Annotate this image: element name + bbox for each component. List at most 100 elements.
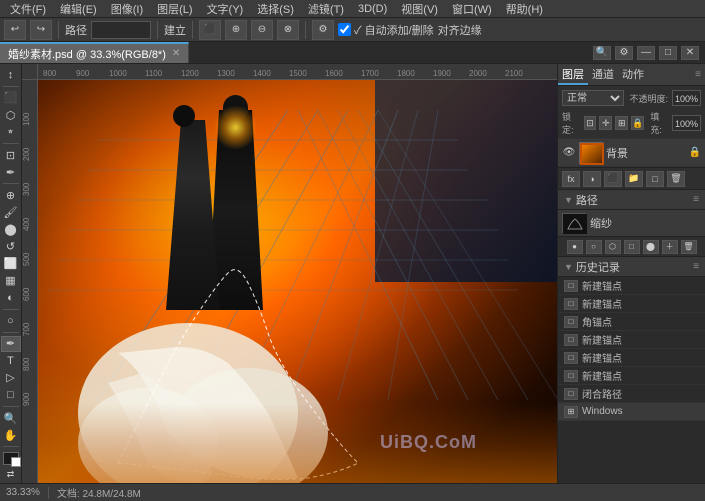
- maximize-icon[interactable]: □: [659, 46, 677, 60]
- status-bar: 33.33% 文档: 24.8M/24.8M: [0, 483, 705, 501]
- tool-crop[interactable]: ⊡: [1, 147, 21, 163]
- toolbar-sep-3: [192, 21, 193, 39]
- blend-mode-select[interactable]: 正常: [562, 90, 624, 106]
- settings-icon[interactable]: ⚙: [615, 46, 633, 60]
- tool-stamp[interactable]: ⬤: [1, 221, 21, 237]
- history-item-label-2: 角锚点: [582, 314, 612, 329]
- tab-channels[interactable]: 通道: [588, 64, 618, 85]
- menu-item-image[interactable]: 图像(I): [105, 0, 149, 18]
- minimize-icon[interactable]: —: [637, 46, 655, 60]
- menu-item-layer[interactable]: 图层(L): [151, 0, 198, 18]
- tool-history[interactable]: ↺: [1, 238, 21, 254]
- layers-panel-menu[interactable]: ≡: [691, 67, 705, 82]
- swap-colors-icon[interactable]: ⇄: [7, 469, 15, 480]
- history-item-0[interactable]: □ 新建锚点: [558, 277, 705, 295]
- fx-icon[interactable]: fx: [562, 171, 580, 187]
- toolbar-sep-2: [157, 21, 158, 39]
- history-item-3[interactable]: □ 新建锚点: [558, 331, 705, 349]
- toolbar-settings[interactable]: ⚙: [312, 20, 334, 40]
- lock-pixels-icon[interactable]: ⊡: [584, 116, 597, 130]
- canvas-area[interactable]: 800 900 1000 1100 1200 1300 1400 1500 16…: [22, 64, 557, 483]
- new-layer-icon[interactable]: □: [646, 171, 664, 187]
- lock-artboard-icon[interactable]: ⊞: [615, 116, 628, 130]
- tool-blur[interactable]: ◐: [1, 290, 21, 306]
- menu-item-window[interactable]: 窗口(W): [446, 0, 498, 18]
- lock-all-icon[interactable]: 🔒: [631, 116, 644, 130]
- path-to-selection-icon[interactable]: ⬡: [605, 240, 621, 254]
- history-item-2[interactable]: □ 角锚点: [558, 313, 705, 331]
- menu-item-text[interactable]: 文字(Y): [201, 0, 250, 18]
- history-item-label-7: Windows: [582, 406, 623, 417]
- toolbar-shape-3[interactable]: ⊖: [251, 20, 273, 40]
- menu-item-select[interactable]: 选择(S): [251, 0, 300, 18]
- mask-path-icon[interactable]: ⬤: [643, 240, 659, 254]
- paths-title-label: 路径: [576, 192, 693, 208]
- watermark-text: UiBQ.CoM: [380, 432, 477, 453]
- history-item-5[interactable]: □ 新建锚点: [558, 367, 705, 385]
- tool-wand[interactable]: ⭒: [1, 124, 21, 140]
- tab-actions[interactable]: 动作: [618, 64, 648, 85]
- tool-hand[interactable]: ✋: [1, 427, 21, 443]
- history-item-7[interactable]: ⊞ Windows: [558, 403, 705, 421]
- lock-move-icon[interactable]: ✛: [599, 116, 612, 130]
- auto-add-checkbox[interactable]: [338, 23, 351, 36]
- adjustment-icon[interactable]: ◑: [583, 171, 601, 187]
- tool-text[interactable]: T: [1, 353, 21, 369]
- toolbar-shape-2[interactable]: ⊕: [225, 20, 247, 40]
- layer-row-background[interactable]: 👁 背景 🔒: [558, 139, 705, 167]
- tool-eyedrop[interactable]: ✒: [1, 164, 21, 180]
- menu-item-edit[interactable]: 编辑(E): [54, 0, 103, 18]
- foreground-color[interactable]: [3, 452, 19, 465]
- fill-value[interactable]: 100%: [672, 115, 701, 131]
- toolbar-icon-2[interactable]: ↪: [30, 20, 52, 40]
- paths-menu-icon[interactable]: ≡: [693, 194, 699, 205]
- menu-item-3d[interactable]: 3D(D): [352, 2, 393, 16]
- tool-marquee[interactable]: ⬛: [1, 90, 21, 106]
- tool-eraser[interactable]: ⬜: [1, 256, 21, 272]
- menu-item-file[interactable]: 文件(F): [4, 0, 52, 18]
- toolbar-icon-1[interactable]: ↩: [4, 20, 26, 40]
- close-icon[interactable]: ✕: [681, 46, 699, 60]
- history-item-4[interactable]: □ 新建锚点: [558, 349, 705, 367]
- stroke-path-icon[interactable]: ○: [586, 240, 602, 254]
- layer-visibility-icon[interactable]: 👁: [562, 146, 576, 160]
- history-item-1[interactable]: □ 新建锚点: [558, 295, 705, 313]
- document-tab[interactable]: 婚纱素材.psd @ 33.3%(RGB/8*) ✕: [0, 42, 189, 63]
- delete-layer-icon[interactable]: 🗑: [667, 171, 685, 187]
- tool-sep-3: [3, 183, 19, 184]
- tab-layers[interactable]: 图层: [558, 64, 588, 85]
- toolbar-path-input[interactable]: [91, 21, 151, 39]
- layers-lock-row: 锁定: ⊡ ✛ ⊞ 🔒 填充: 100%: [558, 108, 705, 139]
- history-item-icon-7: ⊞: [564, 406, 578, 418]
- opacity-value[interactable]: 100%: [672, 90, 701, 106]
- tool-path-select[interactable]: ▷: [1, 370, 21, 386]
- history-header[interactable]: ▼ 历史记录 ≡: [558, 257, 705, 277]
- left-toolbox: ↕ ⬛ ⬡ ⭒ ⊡ ✒ ⊕ 🖌 ⬤ ↺ ⬜ ▦ ◐ ○ ✒ T ▷ □ 🔍 ✋ …: [0, 64, 22, 483]
- tool-lasso[interactable]: ⬡: [1, 107, 21, 123]
- tool-shape[interactable]: □: [1, 387, 21, 403]
- tool-gradient[interactable]: ▦: [1, 273, 21, 289]
- toolbar-shape-1[interactable]: ⬛: [199, 20, 221, 40]
- new-path-icon[interactable]: ＋: [662, 240, 678, 254]
- menu-item-filter[interactable]: 滤镜(T): [302, 0, 350, 18]
- tool-spot-heal[interactable]: ⊕: [1, 187, 21, 203]
- search-icon[interactable]: 🔍: [593, 46, 611, 60]
- group-icon[interactable]: 📁: [625, 171, 643, 187]
- history-item-6[interactable]: □ 闭合路径: [558, 385, 705, 403]
- menu-item-help[interactable]: 帮助(H): [500, 0, 549, 18]
- history-menu-icon[interactable]: ≡: [693, 261, 699, 272]
- tool-dodge[interactable]: ○: [1, 313, 21, 329]
- fill-path-icon[interactable]: ●: [567, 240, 583, 254]
- tool-zoom[interactable]: 🔍: [1, 410, 21, 426]
- path-row-dress[interactable]: 缩纱: [558, 210, 705, 236]
- tool-brush[interactable]: 🖌: [1, 204, 21, 220]
- tool-move[interactable]: ↕: [1, 67, 21, 83]
- toolbar-shape-4[interactable]: ⊗: [277, 20, 299, 40]
- close-tab-icon[interactable]: ✕: [172, 48, 180, 59]
- tool-pen[interactable]: ✒: [1, 336, 21, 352]
- delete-path-icon[interactable]: 🗑: [681, 240, 697, 254]
- selection-to-path-icon[interactable]: □: [624, 240, 640, 254]
- mask-icon[interactable]: ⬛: [604, 171, 622, 187]
- menu-item-view[interactable]: 视图(V): [395, 0, 444, 18]
- paths-header[interactable]: ▼ 路径 ≡: [558, 190, 705, 210]
